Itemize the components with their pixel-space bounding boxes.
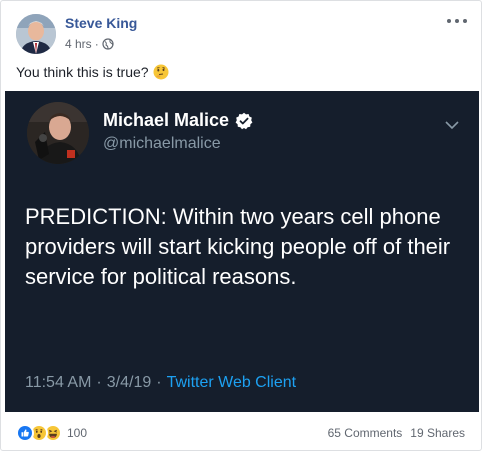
verified-badge-icon: [235, 112, 253, 130]
post-message: You think this is true?: [16, 64, 149, 80]
shares-count-link[interactable]: 19 Shares: [410, 426, 465, 440]
reactions-summary[interactable]: 100: [16, 424, 87, 442]
engagement-stats: 65 Comments 19 Shares: [328, 426, 465, 440]
post-text: You think this is true?: [16, 64, 169, 80]
comments-count-link[interactable]: 65 Comments: [328, 426, 403, 440]
tweet-text: PREDICTION: Within two years cell phone …: [25, 204, 451, 289]
tweet-footer: 11:54 AM · 3/4/19 · Twitter Web Client: [25, 374, 296, 392]
tweet-handle: @michaelmalice: [103, 135, 221, 152]
post-meta: 4 hrs ·: [65, 37, 114, 51]
facebook-post: Steve King 4 hrs · You think this is tru…: [0, 0, 482, 451]
tweet-author-name-text: Michael Malice: [103, 110, 230, 130]
tweet-time: 11:54 AM: [25, 374, 92, 391]
tweet-separator-2: ·: [156, 374, 162, 391]
more-options-icon[interactable]: [447, 15, 467, 27]
like-reaction-icon: [16, 424, 34, 442]
author-name[interactable]: Steve King: [65, 15, 137, 31]
tweet-author-name: Michael Malice: [103, 110, 253, 131]
author-avatar[interactable]: [16, 14, 56, 54]
tweet-separator: ·: [96, 374, 102, 391]
tweet-client: Twitter Web Client: [166, 374, 297, 391]
tweet-date: 3/4/19: [106, 374, 152, 391]
tweet-author-avatar: [27, 102, 89, 164]
tweet-screenshot[interactable]: Michael Malice @michaelmalice PREDICTION…: [5, 91, 479, 412]
reaction-count: 100: [67, 426, 88, 440]
globe-icon[interactable]: [102, 38, 114, 50]
chevron-down-icon: [445, 117, 459, 130]
thinking-face-emoji-icon: [153, 64, 169, 80]
meta-separator: ·: [94, 37, 99, 51]
post-time[interactable]: 4 hrs: [65, 37, 92, 51]
